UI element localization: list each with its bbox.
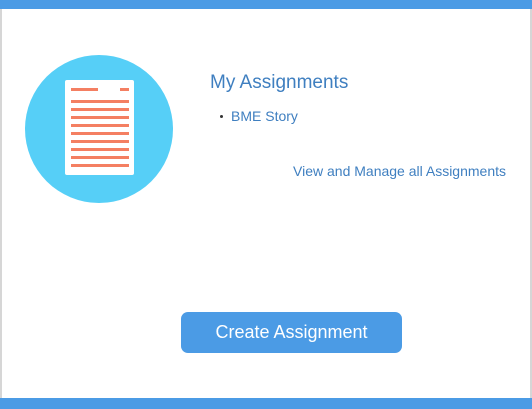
bullet-icon [220,114,223,118]
top-accent-bar [0,0,532,9]
create-assignment-button[interactable]: Create Assignment [181,312,402,353]
assignments-title: My Assignments [210,72,349,93]
list-item: BME Story [220,108,298,124]
document-icon [25,55,173,203]
view-all-assignments-link[interactable]: View and Manage all Assignments [293,163,506,179]
assignment-link-bme-story[interactable]: BME Story [231,108,298,124]
bottom-accent-bar [0,398,532,409]
assignments-card: My Assignments BME Story View and Manage… [0,0,532,409]
assignment-list: BME Story [220,108,298,124]
